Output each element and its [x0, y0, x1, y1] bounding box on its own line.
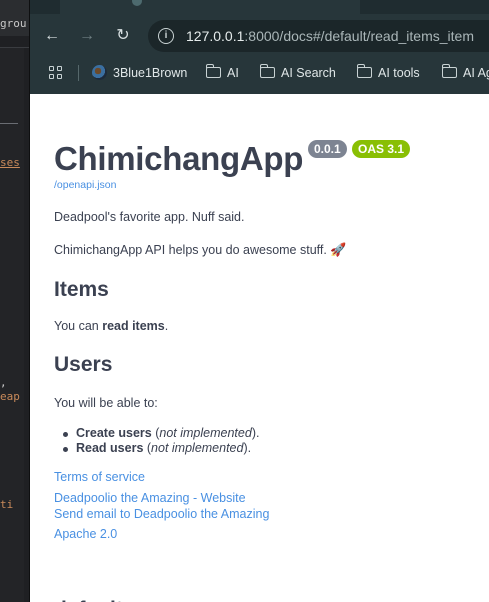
code-line[interactable]: ses [0, 156, 20, 169]
api-summary: Deadpool's favorite app. Nuff said. [54, 210, 245, 224]
swagger-docs-page: ChimichangApp 0.0.1 OAS 3.1 /openapi.jso… [30, 94, 489, 602]
folder-icon [442, 64, 457, 78]
active-tab[interactable] [60, 0, 360, 14]
bullet-bold: Read users [76, 441, 144, 455]
apps-grid-icon[interactable] [49, 66, 63, 80]
editor-gutter [0, 48, 24, 602]
oas-badge: OAS 3.1 [352, 140, 411, 158]
website-link[interactable]: Deadpoolio the Amazing - Website [54, 491, 246, 505]
browser-toolbar: ← → ↻ i 127.0.0.1:8000/docs#/default/rea… [30, 0, 489, 94]
items-text-bold: read items [102, 319, 165, 333]
code-line[interactable]: eap [0, 390, 20, 403]
browser-window: ← → ↻ i 127.0.0.1:8000/docs#/default/rea… [29, 0, 489, 602]
bullet-post: ). [251, 426, 260, 440]
url-path: :8000/docs#/default/read_items_item [244, 28, 474, 44]
bullet-pre: ( [143, 441, 152, 455]
folder-icon [206, 64, 221, 78]
bookmark-3blue1brown[interactable]: 3Blue1Brown [92, 65, 187, 81]
terms-of-service-link[interactable]: Terms of service [54, 470, 145, 484]
bookmarks-separator [78, 65, 79, 81]
editor-tab-label[interactable]: grou [0, 17, 27, 30]
users-heading: Users [54, 353, 113, 376]
bookmark-label: AI tools [378, 66, 420, 80]
tab-strip [30, 0, 489, 14]
bookmark-label: 3Blue1Brown [113, 66, 188, 80]
bookmark-folder-ai-ag[interactable]: AI Ag [442, 64, 489, 81]
3blue1brown-logo-icon [92, 65, 107, 80]
code-line[interactable]: , [0, 376, 7, 389]
bookmark-label: AI Ag [463, 66, 489, 80]
description-text: ChimichangApp API helps you do awesome s… [54, 243, 327, 257]
items-heading: Items [54, 278, 109, 301]
bullet-italic: not implemented [151, 441, 244, 455]
bookmarks-bar: 3Blue1Brown AI AI Search AI tools AI Ag [30, 60, 489, 86]
bookmark-label: AI Search [281, 66, 336, 80]
folder-icon [357, 64, 372, 78]
users-bullet-list: Create users (not implemented). Read use… [62, 426, 260, 456]
reload-button[interactable]: ↻ [111, 24, 135, 48]
forward-button[interactable]: → [75, 24, 99, 48]
bullet-bold: Create users [76, 426, 152, 440]
email-link[interactable]: Send email to Deadpoolio the Amazing [54, 507, 269, 521]
default-section-heading[interactable]: default [54, 598, 123, 602]
bookmark-label: AI [227, 66, 239, 80]
bookmark-folder-ai[interactable]: AI [206, 64, 239, 81]
openapi-json-link[interactable]: /openapi.json [54, 179, 116, 191]
bookmark-folder-ai-search[interactable]: AI Search [260, 64, 336, 81]
code-line[interactable]: ti [0, 498, 13, 511]
bookmark-folder-ai-tools[interactable]: AI tools [357, 64, 420, 81]
back-button[interactable]: ← [40, 24, 64, 48]
version-badge: 0.0.1 [308, 140, 347, 158]
items-text-post: . [164, 319, 169, 333]
url-host: 127.0.0.1 [186, 28, 245, 44]
code-editor-window: grou ses , eap ti [0, 0, 29, 602]
users-intro: You will be able to: [54, 396, 158, 410]
items-text-pre: You can [54, 319, 103, 333]
bullet-italic: not implemented [159, 426, 252, 440]
items-text: You can read items. [54, 319, 168, 333]
address-bar[interactable]: i 127.0.0.1:8000/docs#/default/read_item… [148, 20, 489, 52]
url-text[interactable]: 127.0.0.1:8000/docs#/default/read_items_… [186, 28, 474, 44]
site-info-icon[interactable]: i [158, 28, 174, 44]
license-link[interactable]: Apache 2.0 [54, 527, 117, 541]
bullet-post: ). [243, 441, 252, 455]
rocket-emoji: 🚀 [330, 242, 347, 257]
page-title: ChimichangApp [54, 140, 304, 177]
api-title-row: ChimichangApp 0.0.1 OAS 3.1 [54, 140, 411, 178]
list-item: Create users (not implemented). [62, 426, 260, 441]
editor-line-marker [0, 123, 18, 124]
folder-icon [260, 64, 275, 78]
list-item: Read users (not implemented). [62, 441, 259, 456]
api-description: ChimichangApp API helps you do awesome s… [54, 242, 347, 258]
